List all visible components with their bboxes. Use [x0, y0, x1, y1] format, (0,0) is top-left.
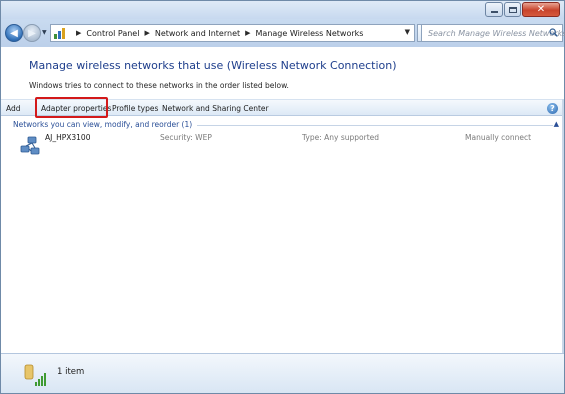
content-pane: Manage wireless networks that use (Wirel…: [1, 47, 564, 393]
address-bar[interactable]: ▶ Control Panel ▶ Network and Internet ▶…: [50, 24, 415, 42]
network-security: Security: WEP: [160, 133, 212, 142]
explorer-window: ✕ ◀ ▶ ▼ ▶ Control Panel ▶ Network and In…: [0, 0, 565, 394]
search-input[interactable]: Search Manage Wireless Networks: [428, 29, 565, 38]
control-panel-icon: [54, 27, 67, 39]
caption-buttons: ✕: [484, 2, 560, 17]
details-pane: 1 item: [1, 353, 564, 393]
back-arrow-icon: ◀: [10, 27, 18, 39]
title-bar[interactable]: ✕: [1, 1, 564, 19]
collapse-group-icon[interactable]: ▲: [554, 120, 559, 128]
minimize-button[interactable]: [485, 2, 503, 17]
network-list-item[interactable]: AJ_HPX3100 Security: WEP Type: Any suppo…: [15, 131, 555, 159]
network-name: AJ_HPX3100: [45, 133, 91, 142]
breadcrumb-manage-wireless-networks[interactable]: Manage Wireless Networks: [256, 29, 364, 38]
maximize-icon: [508, 6, 517, 13]
item-count: 1 item: [57, 367, 85, 377]
recent-pages-dropdown-icon[interactable]: ▼: [42, 29, 47, 36]
wireless-network-icon: [20, 136, 40, 155]
breadcrumb-separator-icon: ▶: [76, 29, 82, 37]
address-dropdown-icon[interactable]: ▼: [405, 28, 410, 36]
scrollbar[interactable]: [562, 99, 564, 353]
page-title: Manage wireless networks that use (Wirel…: [29, 59, 397, 72]
network-connect-mode: Manually connect: [465, 133, 532, 142]
network-type: Type: Any supported: [302, 133, 380, 142]
network-and-sharing-center-button[interactable]: Network and Sharing Center: [162, 104, 269, 113]
close-button[interactable]: ✕: [522, 2, 560, 17]
network-group-header[interactable]: Networks you can view, modify, and reord…: [13, 120, 198, 129]
minimize-icon: [490, 11, 498, 13]
maximize-button[interactable]: [504, 2, 521, 17]
search-icon[interactable]: [549, 28, 558, 37]
back-button[interactable]: ◀: [5, 24, 23, 42]
forward-arrow-icon: ▶: [28, 27, 36, 39]
breadcrumb-network-and-internet[interactable]: Network and Internet: [155, 29, 240, 38]
breadcrumb-separator-icon[interactable]: ▶: [144, 29, 149, 37]
help-icon[interactable]: ?: [547, 103, 558, 114]
navigation-bar: ◀ ▶ ▼ ▶ Control Panel ▶ Network and Inte…: [1, 19, 565, 47]
add-button[interactable]: Add: [6, 104, 21, 113]
profile-types-button[interactable]: Profile types: [112, 104, 158, 113]
forward-button[interactable]: ▶: [23, 24, 41, 42]
adapter-properties-highlight: [35, 97, 108, 118]
breadcrumb-separator-icon[interactable]: ▶: [245, 29, 250, 37]
breadcrumb-control-panel[interactable]: Control Panel: [86, 29, 139, 38]
close-icon: ✕: [536, 3, 546, 15]
search-box[interactable]: Search Manage Wireless Networks: [421, 24, 565, 42]
wireless-signal-icon: [24, 364, 46, 386]
page-subtitle: Windows tries to connect to these networ…: [29, 81, 289, 90]
